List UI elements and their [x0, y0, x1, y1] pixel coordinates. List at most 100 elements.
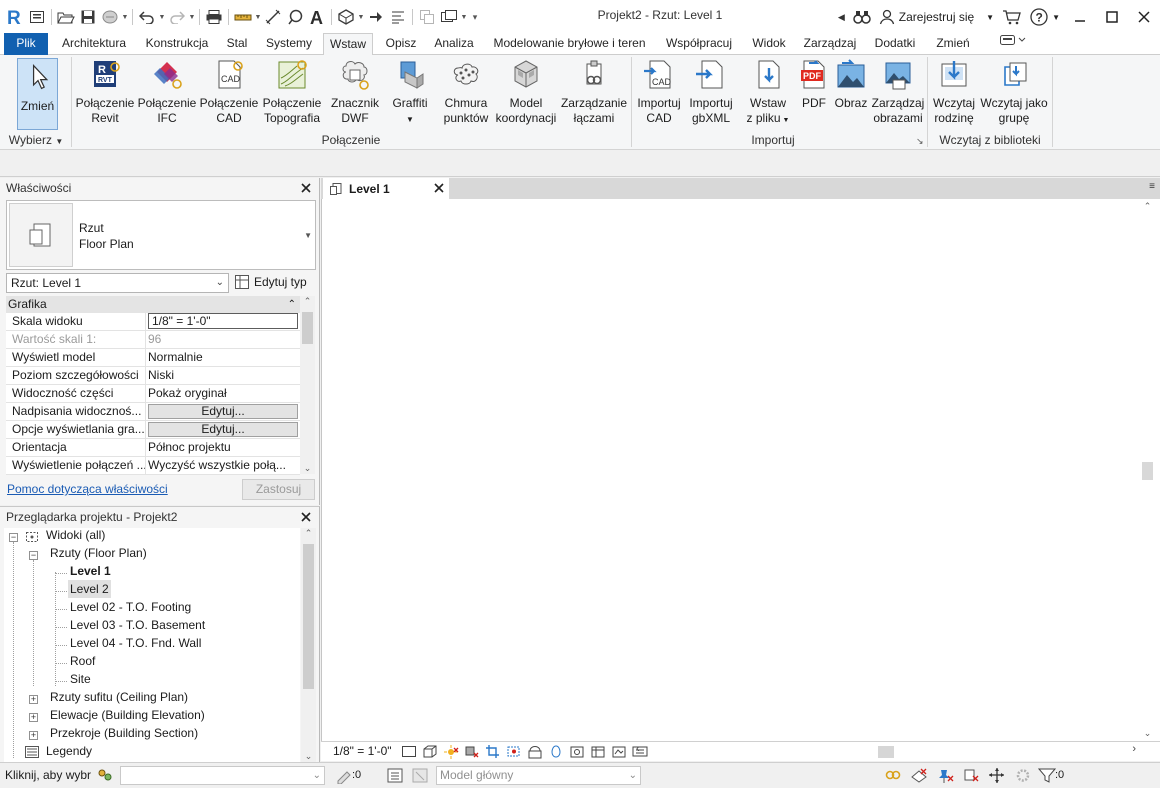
drawing-canvas[interactable]: ⌃ ⌄	[321, 199, 1160, 741]
graphic-display-edit-button[interactable]: Edytuj...	[148, 422, 298, 437]
tab-addins[interactable]: Dodatki	[868, 33, 922, 55]
chevron-up-icon[interactable]: ⌃	[300, 296, 315, 307]
view-scale-field[interactable]: 1/8" = 1'-0"	[148, 313, 298, 329]
tree-level-1[interactable]: Level 1	[70, 562, 111, 580]
type-selector[interactable]: Rzut Floor Plan ▼	[6, 200, 316, 270]
modify-button[interactable]: Zmień	[17, 58, 58, 130]
manage-links-button[interactable]: Zarządzanie łączami	[560, 58, 628, 130]
tree-elevations[interactable]: Elewacje (Building Elevation)	[50, 706, 205, 724]
image-button[interactable]: Obraz	[832, 58, 870, 130]
show-crop-region-icon[interactable]	[506, 744, 522, 759]
revit-logo-icon[interactable]: R	[4, 6, 26, 28]
filter-icon[interactable]	[1038, 767, 1056, 784]
tree-sections[interactable]: Przekroje (Building Section)	[50, 724, 198, 742]
measure-icon[interactable]	[232, 6, 254, 28]
cart-icon[interactable]	[998, 6, 1026, 28]
link-ifc-button[interactable]: Połączenie IFC	[137, 58, 197, 130]
instance-filter-dropdown[interactable]: Rzut: Level 1 ⌄	[6, 273, 229, 293]
tree-ceiling-plans[interactable]: Rzuty sufitu (Ceiling Plan)	[50, 688, 188, 706]
dwf-markup-button[interactable]: Znacznik DWF	[327, 58, 383, 130]
tab-architecture[interactable]: Architektura	[55, 33, 133, 55]
binoculars-icon[interactable]	[849, 6, 875, 28]
chevron-down-icon[interactable]: ▼	[158, 14, 166, 21]
tab-insert[interactable]: Wstaw	[323, 33, 373, 56]
chevron-up-icon[interactable]: ⌃	[301, 528, 316, 539]
switch-windows-icon[interactable]	[438, 6, 460, 28]
tree-level-02[interactable]: Level 02 - T.O. Footing	[70, 598, 191, 616]
canvas-horizontal-scrollbar[interactable]: ‹ ›	[636, 743, 1136, 759]
properties-scrollbar[interactable]: ⌃ ⌄	[300, 296, 315, 474]
insert-from-file-button[interactable]: Wstaw z pliku ▼	[742, 58, 794, 130]
canvas-vertical-scrollbar[interactable]: ⌃ ⌄	[1140, 199, 1155, 741]
workset-dropdown[interactable]: ⌄	[120, 766, 325, 785]
apply-button[interactable]: Zastosuj	[242, 479, 315, 500]
sun-path-icon[interactable]	[443, 744, 459, 759]
exclude-options-icon[interactable]	[411, 767, 429, 784]
collapse-node-icon[interactable]: −	[9, 533, 18, 542]
crop-view-icon[interactable]	[485, 744, 501, 759]
section-icon[interactable]	[365, 6, 387, 28]
tab-modify[interactable]: Zmień	[930, 33, 976, 55]
tree-legends[interactable]: Legendy	[46, 742, 92, 760]
temporary-hide-icon[interactable]	[548, 744, 564, 759]
link-revit-button[interactable]: RVT R Połączenie Revit	[75, 58, 135, 130]
select-panel-label[interactable]: Wybierz ▼	[4, 131, 68, 149]
group-graphics[interactable]: Grafika ⌃	[6, 296, 300, 313]
tag-icon[interactable]	[284, 6, 306, 28]
chevron-down-icon[interactable]: ⌄	[1140, 728, 1155, 739]
scroll-thumb[interactable]	[878, 746, 894, 758]
panel-launcher-icon[interactable]: ↘	[916, 136, 924, 147]
detail-level-icon[interactable]	[401, 744, 417, 759]
redo-icon[interactable]	[166, 6, 188, 28]
undo-icon[interactable]	[136, 6, 158, 28]
view-tab-level-1[interactable]: Level 1	[323, 178, 449, 199]
ribbon-display-toggle[interactable]	[996, 33, 1030, 55]
home-icon[interactable]	[26, 6, 48, 28]
customize-toolbar-icon[interactable]: ▾	[468, 12, 482, 23]
tab-systems[interactable]: Systemy	[260, 33, 318, 55]
aligned-dimension-icon[interactable]	[262, 6, 284, 28]
import-gbxml-button[interactable]: Importuj gbXML	[686, 58, 736, 130]
link-topography-button[interactable]: Połączenie Topografia	[261, 58, 323, 130]
tab-analyze[interactable]: Analiza	[429, 33, 479, 55]
select-by-face-icon[interactable]	[962, 767, 980, 784]
reveal-hidden-icon[interactable]	[569, 744, 585, 759]
tab-collaborate[interactable]: Współpracuj	[660, 33, 738, 55]
close-icon[interactable]	[433, 182, 445, 194]
close-icon[interactable]	[299, 510, 313, 524]
chevron-down-icon[interactable]: ▼	[357, 14, 365, 21]
chevron-right-icon[interactable]: ›	[1132, 743, 1136, 755]
3d-view-icon[interactable]	[335, 6, 357, 28]
tab-steel[interactable]: Stal	[221, 33, 253, 55]
browser-scrollbar[interactable]: ⌃ ⌄	[301, 528, 316, 762]
search-arrow-left-icon[interactable]: ◀	[834, 6, 849, 28]
expand-node-icon[interactable]: +	[29, 695, 38, 704]
load-family-button[interactable]: Wczytaj rodzinę	[930, 58, 978, 130]
tree-level-03[interactable]: Level 03 - T.O. Basement	[70, 616, 205, 634]
scroll-thumb[interactable]	[1142, 462, 1153, 480]
link-cad-button[interactable]: CAD Połączenie CAD	[199, 58, 259, 130]
print-icon[interactable]	[203, 6, 225, 28]
save-icon[interactable]	[77, 6, 99, 28]
background-process-icon[interactable]	[1014, 767, 1032, 784]
maximize-button[interactable]	[1096, 4, 1128, 30]
expand-node-icon[interactable]: +	[29, 731, 38, 740]
tab-massing-site[interactable]: Modelowanie bryłowe i teren	[487, 33, 652, 55]
view-scale-button[interactable]: 1/8" = 1'-0"	[333, 744, 392, 758]
edit-type-button[interactable]: Edytuj typ	[234, 272, 307, 292]
chevron-down-icon[interactable]: ▼	[254, 14, 262, 21]
worksharing-icon[interactable]	[96, 767, 114, 784]
text-icon[interactable]: A	[306, 6, 328, 28]
tab-annotate[interactable]: Opisz	[380, 33, 422, 55]
chevron-up-icon[interactable]: ⌃	[1140, 201, 1155, 212]
select-links-icon[interactable]	[884, 767, 902, 784]
thin-lines-icon[interactable]	[387, 6, 409, 28]
select-pinned-icon[interactable]	[936, 767, 954, 784]
select-underlay-icon[interactable]	[910, 767, 928, 784]
design-option-dropdown[interactable]: Model główny ⌄	[436, 766, 641, 785]
hide-analytical-icon[interactable]	[611, 744, 627, 759]
close-hidden-icon[interactable]	[416, 6, 438, 28]
sign-in-button[interactable]: Zarejestruj się ▼	[875, 6, 998, 28]
sync-icon[interactable]	[99, 6, 121, 28]
editable-only-icon[interactable]	[335, 767, 353, 784]
